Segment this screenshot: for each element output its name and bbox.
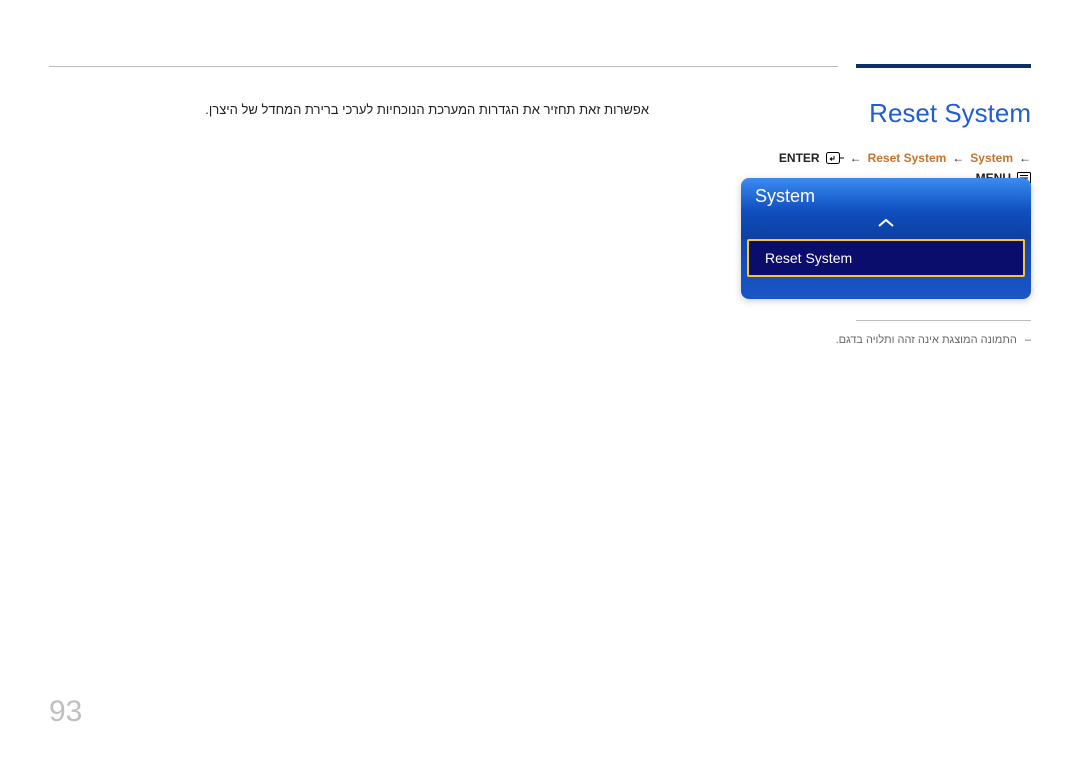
description-text: אפשרות זאת תחזיר את הגדרות המערכת הנוכחי… (49, 102, 649, 117)
rule-short-accent (856, 64, 1031, 68)
osd-menu-item-reset-system[interactable]: Reset System (747, 239, 1025, 277)
right-column: Reset System ENTER ← Reset System ← Syst… (741, 98, 1031, 185)
osd-header: System (741, 178, 1031, 211)
footnote-text: התמונה המוצגת אינה זהה ותלויה בדגם. (836, 334, 1017, 346)
breadcrumb-step1: Reset System (868, 151, 947, 165)
page-number: 93 (49, 695, 82, 729)
breadcrumb-enter-label: ENTER (779, 151, 820, 165)
enter-icon (826, 152, 844, 164)
arrow-icon: ← (952, 151, 964, 165)
arrow-icon: ← (1019, 151, 1031, 165)
osd-body: Reset System (741, 211, 1031, 299)
arrow-icon: ← (850, 151, 862, 165)
footnote-rule (856, 320, 1031, 321)
page-header-rule (49, 64, 1031, 68)
osd-menu: System Reset System (741, 178, 1031, 299)
footnote: – התמונה המוצגת אינה זהה ותלויה בדגם. (836, 334, 1031, 346)
chevron-up-icon (877, 218, 895, 228)
osd-up-arrow-row[interactable] (741, 211, 1031, 239)
footnote-bullet: – (1025, 334, 1031, 346)
breadcrumb-step2: System (970, 151, 1013, 165)
section-title: Reset System (741, 98, 1031, 129)
rule-long (49, 66, 838, 67)
